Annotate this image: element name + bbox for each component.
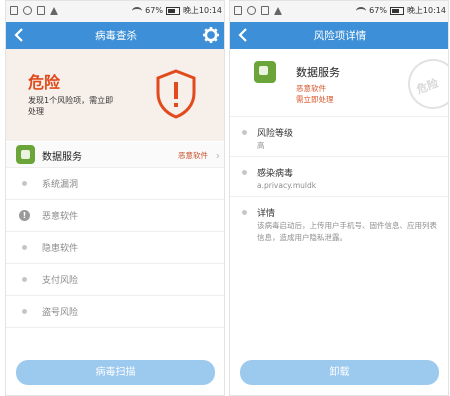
list-item-label: 盗号风险 — [42, 308, 79, 318]
list-item[interactable]: 盗号风险 — [6, 296, 224, 328]
app-name: 数据服务 — [296, 66, 340, 79]
list-item[interactable]: 支付风险 — [6, 264, 224, 296]
notification-icon — [10, 6, 18, 15]
danger-summary-panel: 危险 发现1个风险项，需立即处理 — [6, 49, 224, 141]
app-risk-status: 恶意软件 需立即处理 — [296, 83, 334, 105]
risk-detail-screen: 67% 晚上10:14 风险项详情 数据服务 恶意软件 需立即处理 危险 风险等… — [229, 0, 449, 396]
virus-scan-screen: 67% 晚上10:14 病毒查杀 危险 发现1个风险项，需立即处理 数据服务 恶… — [5, 0, 225, 396]
app-header: 数据服务 恶意软件 需立即处理 危险 — [230, 49, 448, 117]
list-item-label: 系统漏洞 — [42, 180, 79, 190]
page-title: 病毒查杀 — [95, 30, 137, 42]
usb-icon — [274, 6, 282, 15]
battery-percent: 67% — [369, 6, 387, 15]
gear-icon[interactable] — [202, 26, 220, 44]
battery-icon — [389, 6, 404, 15]
list-item[interactable]: ! 恶意软件 — [6, 200, 224, 232]
chevron-right-icon: › — [215, 149, 220, 162]
list-item-label: 数据服务 — [42, 152, 82, 163]
section-value: a.privacy.muldk — [257, 181, 317, 190]
risk-level-section: 风险等级 高 — [230, 116, 448, 156]
list-item[interactable]: 系统漏洞 — [6, 168, 224, 200]
section-title: 详情 — [257, 209, 276, 219]
risk-list: 数据服务 恶意软件 › 系统漏洞 ! 恶意软件 隐患软件 支付风险 盗号风险 — [6, 142, 224, 328]
risk-type: 恶意软件 — [296, 84, 326, 93]
wifi-icon — [356, 6, 367, 15]
section-value: 高 — [257, 141, 265, 150]
section-value: 该病毒启动后，上传用户手机号、固件信息、应用列表信息，造成用户隐私泄露。 — [257, 221, 437, 242]
list-item-label: 恶意软件 — [42, 212, 79, 222]
status-time: 晚上10:14 — [406, 6, 446, 15]
app-icon — [254, 61, 276, 83]
bullet-icon — [22, 309, 27, 314]
app-notification-icon — [247, 6, 256, 15]
list-item-label: 隐患软件 — [42, 244, 79, 254]
battery-percent: 67% — [145, 6, 163, 15]
risk-action: 需立即处理 — [296, 95, 334, 104]
list-item-label: 支付风险 — [42, 276, 79, 286]
infected-virus-section: 感染病毒 a.privacy.muldk — [230, 156, 448, 196]
section-title: 感染病毒 — [257, 169, 294, 179]
battery-icon — [165, 6, 180, 15]
risk-tag: 恶意软件 — [178, 151, 208, 160]
bullet-icon — [242, 210, 247, 215]
app-notification-icon — [23, 6, 32, 15]
list-item[interactable]: 隐患软件 — [6, 232, 224, 264]
danger-description: 发现1个风险项，需立即处理 — [28, 96, 114, 116]
bullet-icon — [242, 130, 247, 135]
bullet-icon — [22, 245, 27, 250]
app-icon — [16, 145, 35, 164]
usb-icon — [50, 6, 58, 15]
wifi-icon — [132, 6, 143, 15]
bullet-icon — [22, 181, 27, 186]
danger-stamp: 危险 — [400, 51, 448, 117]
warning-icon: ! — [19, 210, 30, 221]
status-bar: 67% 晚上10:14 — [230, 1, 448, 22]
image-notification-icon — [261, 6, 269, 15]
notification-icon — [234, 6, 242, 15]
danger-title: 危险 — [28, 73, 61, 92]
page-title: 风险项详情 — [313, 30, 367, 42]
image-notification-icon — [37, 6, 45, 15]
virus-scan-button[interactable]: 病毒扫描 — [16, 360, 215, 385]
uninstall-button[interactable]: 卸载 — [240, 360, 439, 385]
bullet-icon — [22, 277, 27, 282]
top-app-bar: 风险项详情 — [230, 22, 448, 49]
section-title: 风险等级 — [257, 129, 294, 139]
details-section: 详情 该病毒启动后，上传用户手机号、固件信息、应用列表信息，造成用户隐私泄露。 — [230, 196, 448, 254]
stamp-text: 危险 — [414, 76, 441, 97]
status-bar: 67% 晚上10:14 — [6, 1, 224, 22]
status-time: 晚上10:14 — [182, 6, 222, 15]
bullet-icon — [242, 170, 247, 175]
detail-sections: 风险等级 高 感染病毒 a.privacy.muldk 详情 该病毒启动后，上传… — [230, 116, 448, 254]
top-app-bar: 病毒查杀 — [6, 22, 224, 49]
risk-item-data-service[interactable]: 数据服务 恶意软件 › — [6, 142, 224, 168]
shield-alert-icon — [156, 69, 196, 119]
